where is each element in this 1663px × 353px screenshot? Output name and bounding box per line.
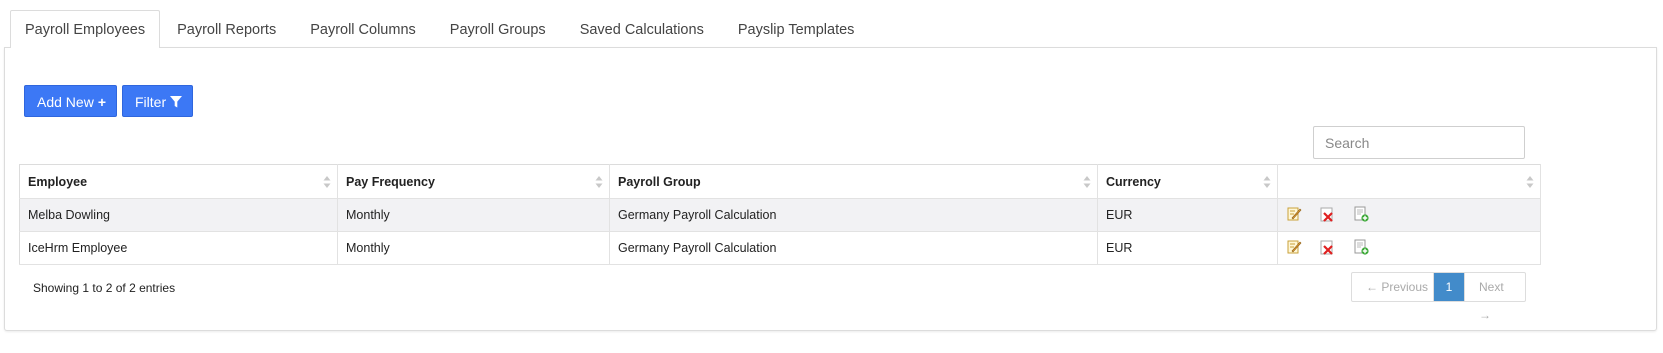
add-new-label: Add New <box>37 94 94 110</box>
table-header-row: Employee Pay Frequency Payroll Group Cur… <box>19 164 1541 199</box>
column-header-label: Pay Frequency <box>346 174 435 189</box>
column-header-employee[interactable]: Employee <box>19 164 338 199</box>
tab-bar: Payroll Employees Payroll Reports Payrol… <box>10 10 871 48</box>
sort-icon <box>1526 176 1534 188</box>
sort-icon <box>1083 176 1091 188</box>
copy-icon[interactable] <box>1353 239 1369 258</box>
previous-page-button[interactable]: ← Previous <box>1352 273 1434 301</box>
column-header-label: Currency <box>1106 174 1161 189</box>
cell-pay-frequency: Monthly <box>337 198 610 232</box>
delete-icon[interactable] <box>1319 206 1335 225</box>
edit-icon[interactable] <box>1286 239 1302 258</box>
delete-icon[interactable] <box>1319 239 1335 258</box>
cell-payroll-group: Germany Payroll Calculation <box>609 231 1098 265</box>
column-header-pay-frequency[interactable]: Pay Frequency <box>337 164 610 199</box>
cell-employee: Melba Dowling <box>19 198 338 232</box>
edit-icon[interactable] <box>1286 206 1302 225</box>
column-header-payroll-group[interactable]: Payroll Group <box>609 164 1098 199</box>
tab-payroll-groups[interactable]: Payroll Groups <box>433 10 563 48</box>
cell-employee: IceHrm Employee <box>19 231 338 265</box>
column-header-actions[interactable] <box>1277 164 1541 199</box>
table-info: Showing 1 to 2 of 2 entries <box>33 281 176 295</box>
copy-icon[interactable] <box>1353 206 1369 225</box>
cell-actions <box>1277 231 1541 265</box>
cell-actions <box>1277 198 1541 232</box>
next-page-button[interactable]: Next → <box>1464 273 1525 322</box>
column-header-currency[interactable]: Currency <box>1097 164 1278 199</box>
table-row: Melba Dowling Monthly Germany Payroll Ca… <box>19 198 1541 232</box>
plus-icon: + <box>97 94 106 110</box>
filter-label: Filter <box>135 94 167 110</box>
tab-payslip-templates[interactable]: Payslip Templates <box>721 10 872 48</box>
cell-pay-frequency: Monthly <box>337 231 610 265</box>
table-row: IceHrm Employee Monthly Germany Payroll … <box>19 231 1541 265</box>
search-input[interactable] <box>1313 126 1525 159</box>
tab-payroll-columns[interactable]: Payroll Columns <box>293 10 433 48</box>
add-new-button[interactable]: Add New + <box>24 85 117 117</box>
sort-icon <box>323 176 331 188</box>
column-header-label: Payroll Group <box>618 174 701 189</box>
column-header-label: Employee <box>28 174 88 189</box>
filter-button[interactable]: Filter <box>122 85 193 117</box>
cell-currency: EUR <box>1097 231 1278 265</box>
pagination: ← Previous 1 Next → <box>1351 272 1526 322</box>
tab-saved-calculations[interactable]: Saved Calculations <box>563 10 721 48</box>
sort-icon <box>595 176 603 188</box>
tab-payroll-employees[interactable]: Payroll Employees <box>10 10 161 48</box>
filter-icon <box>170 86 183 118</box>
tab-payroll-reports[interactable]: Payroll Reports <box>160 10 293 48</box>
page-1-button[interactable]: 1 <box>1434 273 1464 301</box>
cell-currency: EUR <box>1097 198 1278 232</box>
content-panel: Add New+ Filter Employee Pay Frequency P… <box>4 47 1657 331</box>
sort-icon <box>1263 176 1271 188</box>
payroll-employees-table: Employee Pay Frequency Payroll Group Cur… <box>19 164 1541 265</box>
cell-payroll-group: Germany Payroll Calculation <box>609 198 1098 232</box>
